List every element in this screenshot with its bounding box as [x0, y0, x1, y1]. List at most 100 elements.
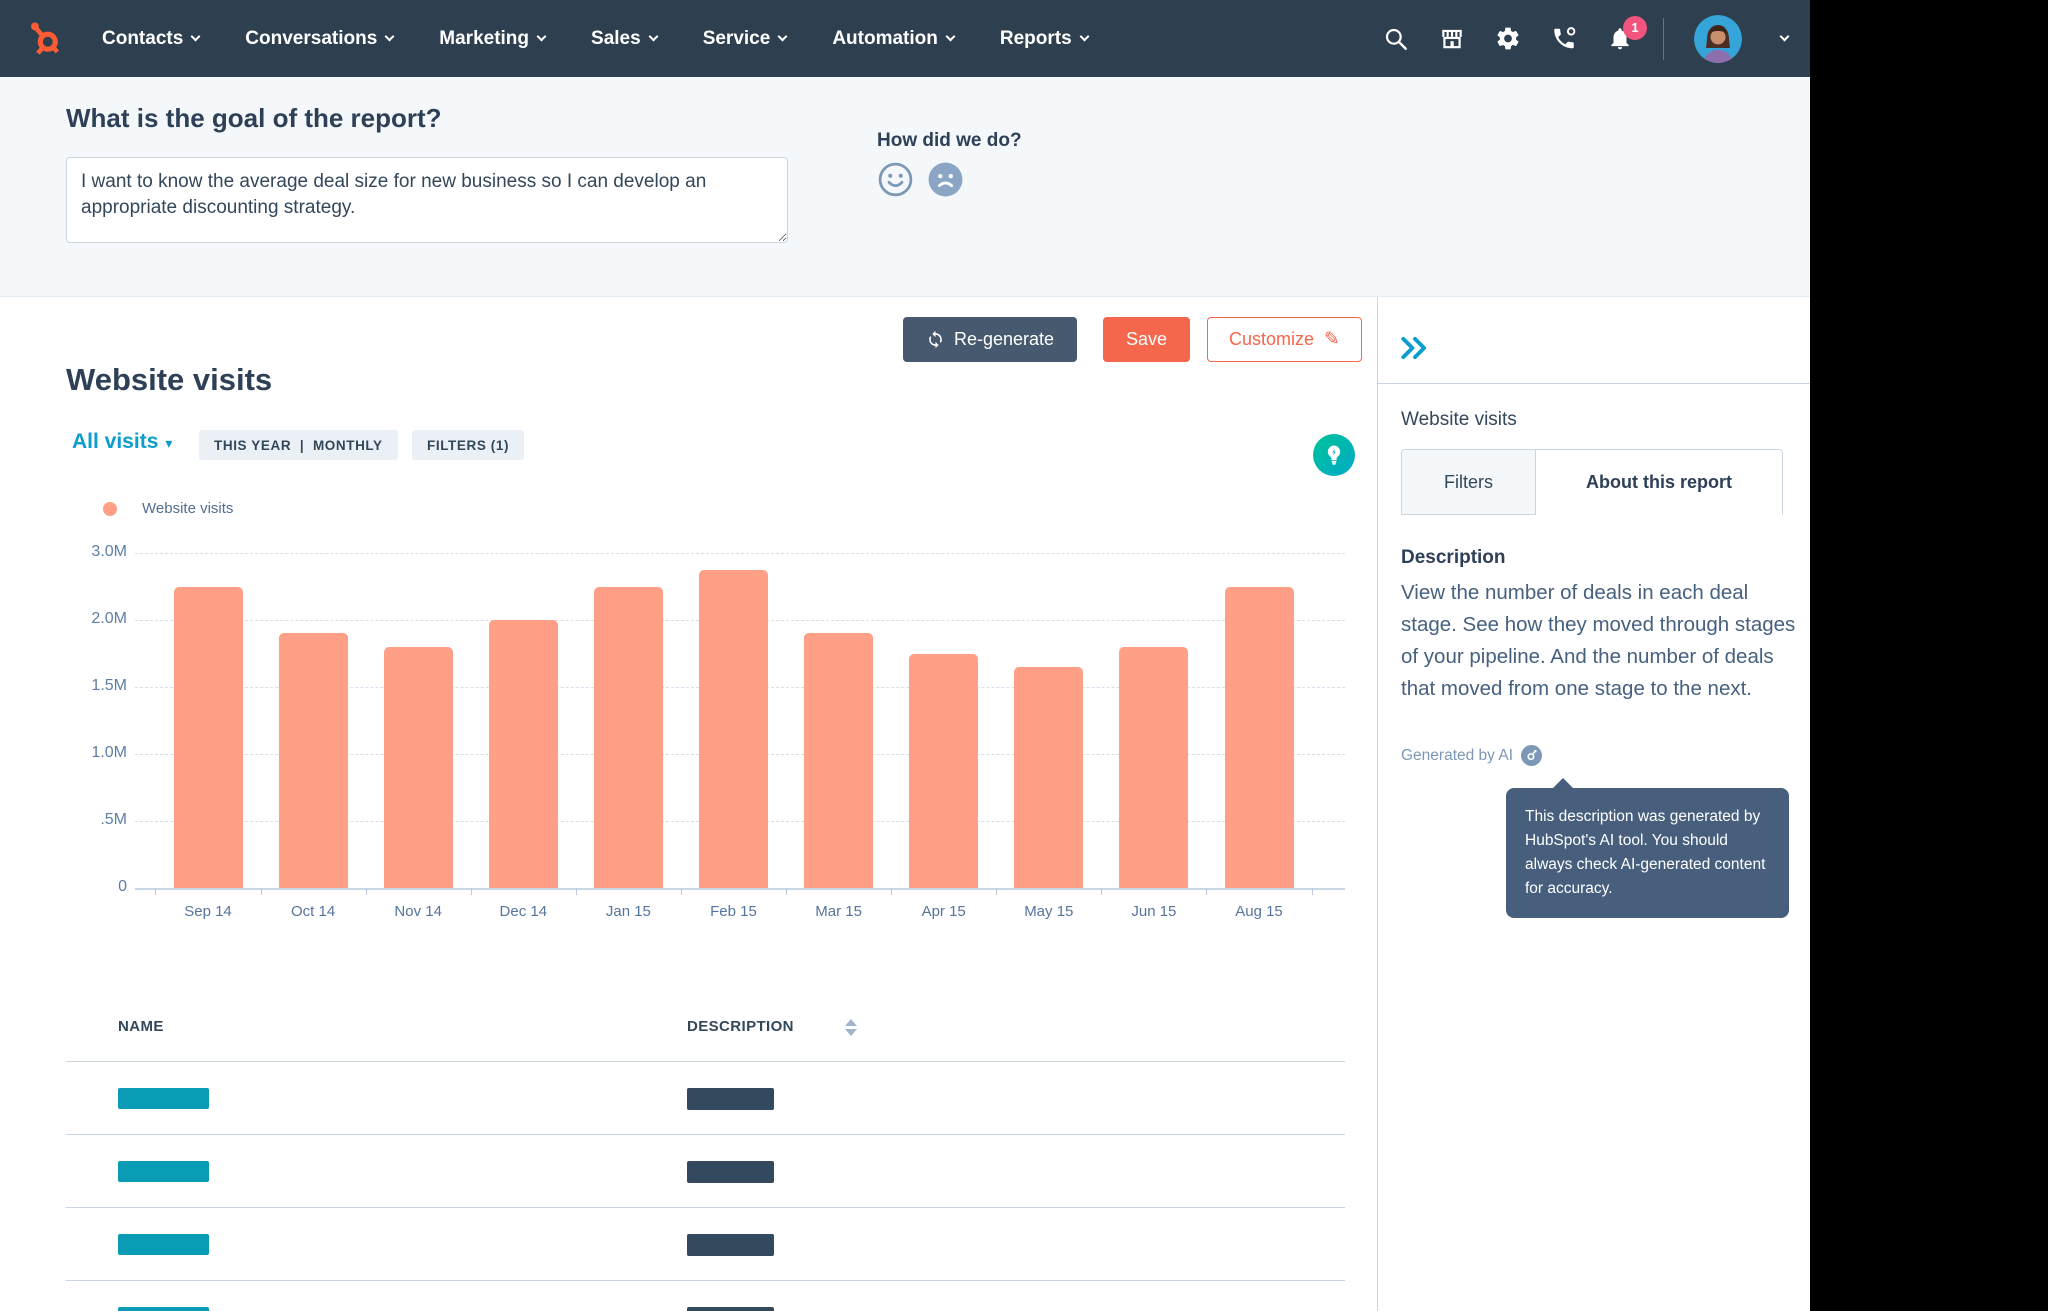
y-axis-label: 2.0M: [91, 610, 127, 627]
account-chevron-down-icon[interactable]: [1779, 31, 1790, 42]
bar-jan-15[interactable]: [593, 586, 663, 888]
axis-tick: [1311, 888, 1313, 895]
table-row-divider: [66, 1207, 1345, 1208]
description-heading: Description: [1401, 547, 1506, 568]
smile-icon[interactable]: [877, 161, 914, 198]
description-text: View the number of deals in each deal st…: [1401, 581, 1796, 700]
bar-jun-15[interactable]: [1119, 646, 1189, 888]
nav-item-automation[interactable]: Automation: [832, 28, 956, 50]
settings-icon[interactable]: [1495, 26, 1521, 52]
x-axis-label: Dec 14: [499, 903, 548, 920]
table-header-name: NAME: [118, 1018, 164, 1035]
screen: Contacts Conversations Marketing Sales S…: [0, 0, 2048, 1311]
table-row-divider: [66, 1280, 1345, 1281]
placeholder-description-bar: [687, 1234, 774, 1256]
nav-item-service[interactable]: Service: [703, 28, 788, 50]
chevron-down-icon: [945, 31, 956, 42]
goal-input[interactable]: I want to know the average deal size for…: [66, 157, 788, 243]
nav-item-reports[interactable]: Reports: [1000, 28, 1090, 50]
report-title: Website visits: [66, 362, 273, 397]
nav-item-marketing[interactable]: Marketing: [439, 28, 547, 50]
bar-aug-15[interactable]: [1224, 586, 1294, 888]
x-axis-label: Oct 14: [291, 903, 336, 920]
x-axis-label: Mar 15: [815, 903, 862, 920]
nav-item-contacts[interactable]: Contacts: [102, 28, 201, 50]
sort-icon[interactable]: [845, 1019, 857, 1036]
axis-tick: [680, 888, 682, 895]
nav-item-sales[interactable]: Sales: [591, 28, 659, 50]
top-nav: Contacts Conversations Marketing Sales S…: [0, 0, 1810, 77]
search-icon[interactable]: [1383, 26, 1409, 52]
breakdown-dropdown[interactable]: All visits ▾: [72, 430, 172, 454]
bar-may-15[interactable]: [1014, 666, 1084, 888]
marketplace-icon[interactable]: [1439, 26, 1465, 52]
legend-label: Website visits: [142, 500, 234, 517]
nav-item-conversations[interactable]: Conversations: [245, 28, 395, 50]
axis-tick: [470, 888, 472, 895]
axis-tick: [365, 888, 367, 895]
generated-by-ai: Generated by AI: [1401, 745, 1543, 766]
chevron-down-icon: [536, 31, 547, 42]
notifications-icon[interactable]: 1: [1607, 15, 1647, 52]
notification-badge: 1: [1623, 15, 1647, 40]
bar-feb-15[interactable]: [699, 569, 768, 888]
feedback-buttons: [877, 161, 964, 198]
nav-utilities: 1: [1383, 0, 1790, 77]
axis-tick: [260, 888, 262, 895]
gridline: [135, 888, 1345, 890]
ai-disclaimer-tooltip: This description was generated by HubSpo…: [1506, 778, 1789, 918]
gridline: [135, 553, 1345, 554]
table-row-divider: [66, 1134, 1345, 1135]
dropdown-triangle-icon: ▾: [165, 435, 173, 451]
placeholder-name-bar: [118, 1307, 209, 1311]
y-axis-label: 1.5M: [91, 677, 127, 694]
tab-filters[interactable]: Filters: [1401, 449, 1536, 515]
sidebar-tabs: Filters About this report: [1401, 449, 1783, 515]
y-axis-label: .5M: [100, 811, 127, 828]
axis-tick: [155, 888, 157, 895]
nav-divider: [1663, 17, 1664, 60]
save-button[interactable]: Save: [1103, 317, 1190, 362]
bar-dec-14[interactable]: [488, 620, 558, 888]
axis-tick: [575, 888, 577, 895]
placeholder-description-bar: [687, 1307, 774, 1311]
calling-icon[interactable]: [1551, 26, 1577, 52]
bar-nov-14[interactable]: [383, 646, 453, 888]
refresh-icon: [929, 330, 942, 349]
table-header-description[interactable]: DESCRIPTION: [687, 1018, 794, 1035]
tab-about-this-report[interactable]: About this report: [1536, 449, 1783, 515]
chevron-down-icon: [1079, 31, 1090, 42]
sprocket-icon[interactable]: [1521, 745, 1543, 766]
chart-legend[interactable]: Website visits: [103, 500, 233, 517]
x-axis-label: Jun 15: [1131, 903, 1177, 920]
chevron-down-icon: [648, 31, 659, 42]
bar-apr-15[interactable]: [909, 653, 979, 888]
double-chevron-right-icon: [1401, 336, 1427, 360]
x-axis-label: May 15: [1024, 903, 1074, 920]
feedback-label: How did we do?: [877, 130, 1022, 151]
frown-icon[interactable]: [927, 161, 964, 198]
avatar[interactable]: [1694, 14, 1742, 63]
app-window: Contacts Conversations Marketing Sales S…: [0, 0, 1810, 1311]
x-axis-label: Nov 14: [394, 903, 442, 920]
x-axis-label: Aug 15: [1235, 903, 1283, 920]
x-axis-label: Jan 15: [605, 903, 651, 920]
sidebar-title: Website visits: [1401, 409, 1517, 430]
bar-oct-14[interactable]: [278, 633, 348, 888]
regenerate-button[interactable]: Re-generate: [903, 317, 1077, 362]
y-axis-label: 3.0M: [91, 543, 127, 560]
bar-mar-15[interactable]: [804, 633, 874, 888]
hubspot-logo-icon[interactable]: [28, 20, 64, 58]
filters-chip[interactable]: FILTERS (1): [412, 430, 525, 460]
legend-dot-icon: [103, 501, 117, 516]
placeholder-name-bar: [118, 1161, 209, 1182]
insight-button[interactable]: [1313, 434, 1355, 476]
x-axis-label: Sep 14: [184, 903, 232, 920]
bar-sep-14[interactable]: [173, 586, 243, 888]
goal-section: What is the goal of the report? I want t…: [0, 77, 1810, 297]
chevron-down-icon: [777, 31, 788, 42]
placeholder-name-bar: [118, 1234, 209, 1255]
collapse-panel-button[interactable]: [1398, 335, 1432, 366]
date-range-chip[interactable]: THIS YEAR | MONTHLY: [199, 430, 398, 460]
customize-button[interactable]: Customize ✎: [1207, 317, 1362, 362]
